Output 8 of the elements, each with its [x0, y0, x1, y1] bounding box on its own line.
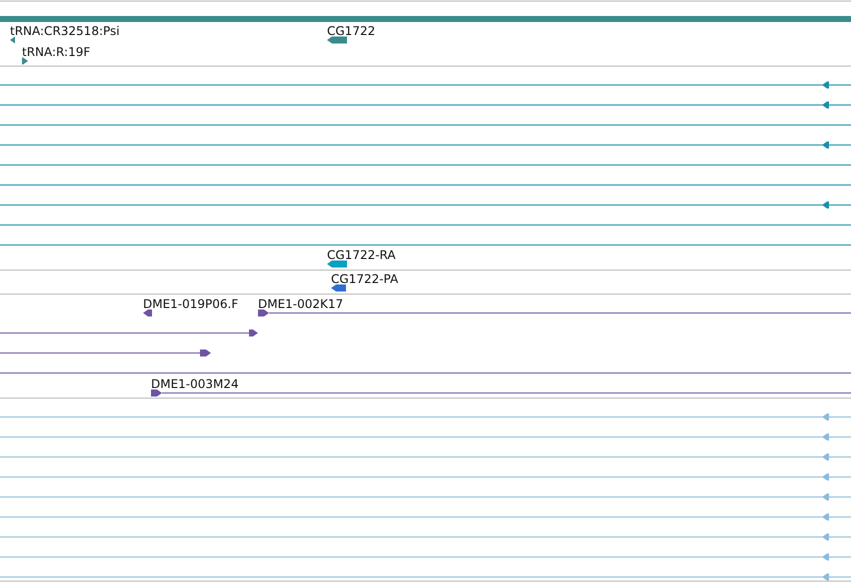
feature-label: CG1722-PA: [331, 272, 398, 286]
feature-label: DME1-019P06.F: [143, 297, 238, 311]
feature-label: tRNA:R:19F: [22, 45, 90, 59]
feature-label: CG1722-RA: [327, 248, 396, 262]
feature-label: DME1-002K17: [258, 297, 344, 311]
feature-label: tRNA:CR32518:Psi: [10, 24, 120, 38]
feature-label: CG1722: [327, 24, 376, 38]
feature-label: DME1-003M24: [151, 377, 239, 391]
